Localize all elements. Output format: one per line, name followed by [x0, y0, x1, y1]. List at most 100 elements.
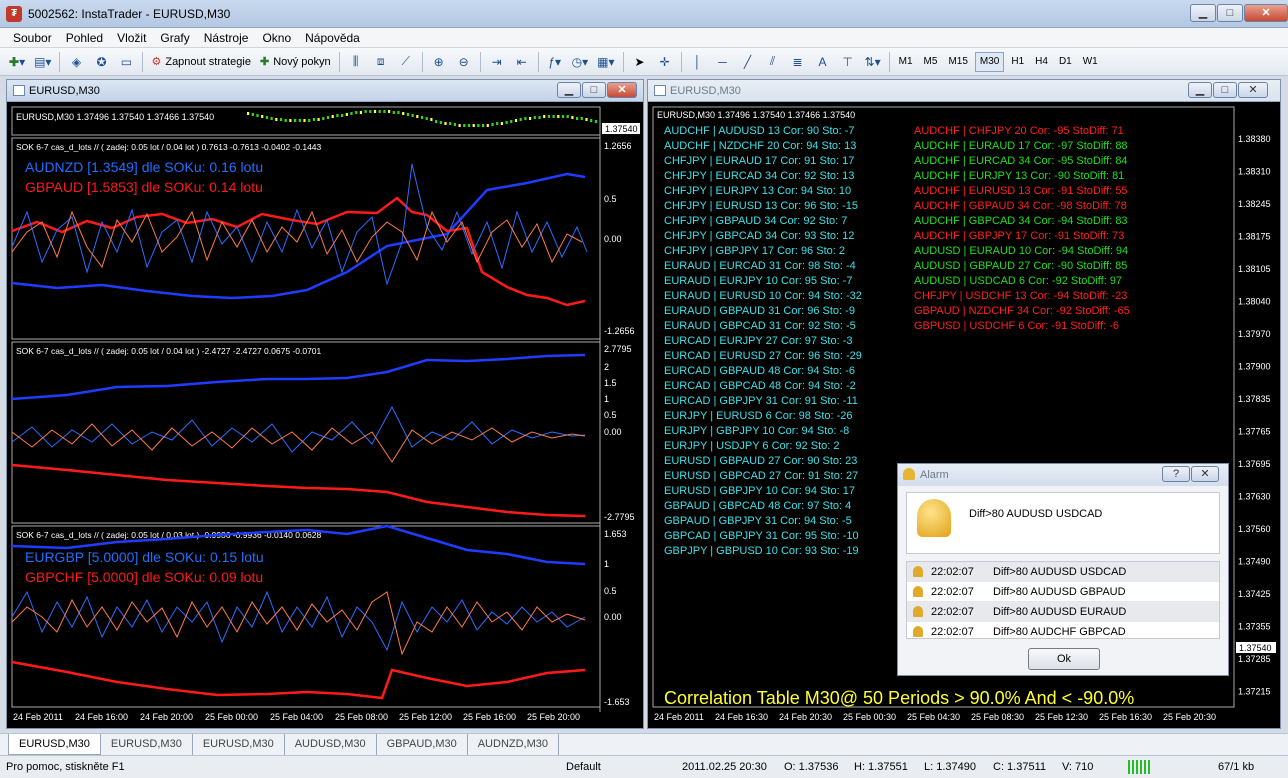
- alarm-row[interactable]: 22:02:07 Diff>80 AUDUSD GBPAUD: [907, 582, 1219, 602]
- alarm-dialog: Alarm ? ✕ Diff>80 AUDUSD USDCAD 22:02:07…: [897, 463, 1229, 676]
- strategy-button[interactable]: ⚙ Zapnout strategie: [148, 51, 254, 73]
- zoom-in-icon[interactable]: ⊕: [428, 51, 450, 73]
- menu-grafy[interactable]: Grafy: [153, 28, 196, 47]
- left-time-7: 25 Feb 16:00: [463, 712, 516, 722]
- text-label-icon[interactable]: ⊤: [837, 51, 859, 73]
- left-chart-caption: EURUSD,M30 ▁ □ ✕: [7, 80, 643, 102]
- menu-okno[interactable]: Okno: [255, 28, 298, 47]
- line-chart-icon[interactable]: ⟋: [395, 51, 417, 73]
- menu-vlozit[interactable]: Vložit: [110, 28, 153, 47]
- status-high: H: 1.37551: [854, 761, 908, 773]
- left-chart-restore[interactable]: □: [582, 82, 606, 98]
- timeframe-m5[interactable]: M5: [920, 52, 942, 72]
- mini-bar: [561, 115, 565, 118]
- left-chart-close[interactable]: ✕: [607, 82, 637, 98]
- p2-scale-2: 2: [604, 362, 609, 372]
- tab-eurusd-3[interactable]: EURUSD,M30: [193, 734, 285, 755]
- right-chart-minimize[interactable]: ▁: [1188, 82, 1212, 98]
- bell-icon: [913, 586, 923, 597]
- chart-shift-icon[interactable]: ⇤: [511, 51, 533, 73]
- price-tick: 1.37425: [1238, 589, 1271, 599]
- menu-soubor[interactable]: Soubor: [6, 28, 59, 47]
- mini-bar: [383, 110, 386, 113]
- tab-eurusd-1[interactable]: EURUSD,M30: [8, 734, 101, 755]
- price-tick: 1.37355: [1238, 622, 1271, 632]
- alarm-row[interactable]: 22:02:07 Diff>80 AUDUSD EURAUD: [907, 602, 1219, 622]
- indicators-icon[interactable]: ƒ▾: [544, 51, 566, 73]
- new-chart-icon[interactable]: ✚ ▾: [6, 51, 28, 73]
- zoom-out-icon[interactable]: ⊖: [453, 51, 475, 73]
- chart-window-icon: [13, 85, 25, 96]
- p3-scale-05: 0.5: [604, 586, 617, 596]
- tab-gbpaud[interactable]: GBPAUD,M30: [377, 734, 468, 755]
- horizontal-line-icon[interactable]: ─: [712, 51, 734, 73]
- left-chart-minimize[interactable]: ▁: [557, 82, 581, 98]
- timeframe-h1[interactable]: H1: [1007, 52, 1028, 72]
- minimize-button[interactable]: ▁: [1190, 4, 1216, 22]
- right-time-8: 25 Feb 20:30: [1163, 712, 1216, 722]
- tab-eurusd-2[interactable]: EURUSD,M30: [101, 734, 193, 755]
- mini-bar: [336, 114, 339, 117]
- timeframe-m1[interactable]: M1: [895, 52, 917, 72]
- timeframe-w1[interactable]: W1: [1079, 52, 1102, 72]
- correlation-diff-row: AUDCHF | CHFJPY 20 Cor: -95 StoDiff: 71: [914, 125, 1124, 137]
- price-tick: 1.37560: [1238, 524, 1271, 534]
- right-chart-close[interactable]: ✕: [1238, 82, 1268, 98]
- maximize-button[interactable]: □: [1217, 4, 1243, 22]
- profiles-icon[interactable]: ▤▾: [31, 51, 54, 73]
- toolbar-separator: [421, 51, 423, 72]
- mini-bar: [552, 115, 555, 118]
- left-chart-header: EURUSD,M30 1.37496 1.37540 1.37466 1.375…: [16, 112, 214, 122]
- mini-bar: [322, 117, 325, 120]
- arrows-icon[interactable]: ⇅▾: [862, 51, 884, 73]
- alarm-close-button[interactable]: ✕: [1191, 466, 1219, 482]
- correlation-negative-list: AUDCHF | CHFJPY 20 Cor: -95 StoDiff: 71 A…: [914, 125, 1130, 332]
- menu-pohled[interactable]: Pohled: [59, 28, 110, 47]
- terminal-icon[interactable]: ▭: [115, 51, 137, 73]
- candle-chart-icon[interactable]: ⧈: [370, 51, 392, 73]
- tab-audusd[interactable]: AUDUSD,M30: [285, 734, 377, 755]
- alarm-row[interactable]: 22:02:07 Diff>80 AUDCHF GBPCAD: [907, 622, 1219, 638]
- bar-chart-icon[interactable]: ⫼: [345, 51, 367, 73]
- toolbar-separator: [479, 51, 481, 72]
- menu-napoveda[interactable]: Nápověda: [298, 28, 367, 47]
- text-tool-icon[interactable]: A: [812, 51, 834, 73]
- correlation-diff-row: AUDCHF | GBPCAD 34 Cor: -94 StoDiff: 83: [914, 215, 1128, 227]
- correlation-diff-row: AUDCHF | EURUSD 13 Cor: -91 StoDiff: 55: [914, 185, 1128, 197]
- navigator-icon[interactable]: ✪: [90, 51, 112, 73]
- market-watch-icon[interactable]: ◈: [65, 51, 87, 73]
- correlation-row: EURCAD | GBPCAD 48 Cor: 94 Sto: -2: [664, 380, 856, 392]
- price-label: 1.37540: [605, 124, 638, 134]
- cursor-icon[interactable]: ➤: [629, 51, 651, 73]
- correlation-diff-row: AUDCHF | EURJPY 13 Cor: -90 StoDiff: 81: [914, 170, 1124, 182]
- mini-bar: [538, 116, 541, 119]
- templates-icon[interactable]: ▦▾: [594, 51, 617, 73]
- alarm-help-button[interactable]: ?: [1162, 466, 1190, 482]
- panel2-blue-main: [11, 353, 586, 401]
- new-order-button[interactable]: ✚ Nový pokyn: [257, 51, 334, 73]
- timeframe-d1[interactable]: D1: [1055, 52, 1076, 72]
- fibonacci-icon[interactable]: ≣: [787, 51, 809, 73]
- crosshair-icon[interactable]: ✛: [654, 51, 676, 73]
- vertical-line-icon[interactable]: │: [687, 51, 709, 73]
- ok-button[interactable]: Ok: [1028, 648, 1100, 670]
- timeframe-m15[interactable]: M15: [944, 52, 971, 72]
- p1-scale-bottom: -1.2656: [604, 326, 635, 336]
- correlation-row: GBPCAD | GBPJPY 31 Cor: 95 Sto: -10: [664, 530, 859, 542]
- alarm-row[interactable]: 22:02:07 Diff>80 AUDUSD USDCAD: [907, 562, 1219, 582]
- current-price: 1.37540: [1239, 643, 1272, 653]
- trendline-icon[interactable]: ╱: [737, 51, 759, 73]
- left-chart-canvas[interactable]: EURUSD,M30 1.37496 1.37540 1.37466 1.375…: [7, 102, 643, 728]
- timeframe-m30[interactable]: M30: [974, 51, 1005, 72]
- menu-nastroje[interactable]: Nástroje: [197, 28, 256, 47]
- mini-bar: [341, 114, 344, 117]
- mini-bar: [467, 124, 471, 127]
- close-button[interactable]: ✕: [1244, 4, 1288, 22]
- channel-icon[interactable]: ⫽: [762, 51, 784, 73]
- alarm-history-list[interactable]: 22:02:07 Diff>80 AUDUSD USDCAD 22:02:07 Di…: [906, 561, 1220, 639]
- right-chart-restore[interactable]: □: [1213, 82, 1237, 98]
- periods-icon[interactable]: ◷▾: [569, 51, 592, 73]
- tab-audnzd[interactable]: AUDNZD,M30: [468, 734, 560, 755]
- timeframe-h4[interactable]: H4: [1031, 52, 1052, 72]
- auto-scroll-icon[interactable]: ⇥: [486, 51, 508, 73]
